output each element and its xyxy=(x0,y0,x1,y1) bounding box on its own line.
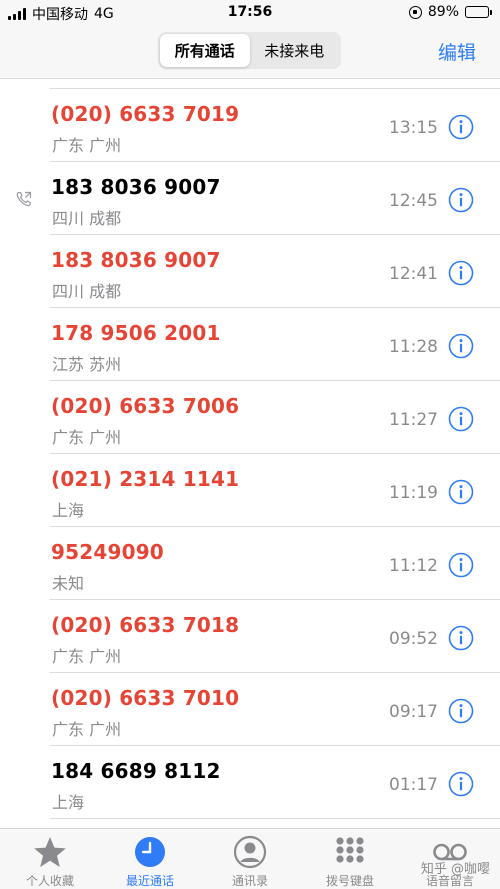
nav-bar: 所有通话 未接来电 编辑 xyxy=(0,26,500,79)
carrier-name: 中国移动 xyxy=(32,7,88,23)
info-icon[interactable] xyxy=(448,625,474,651)
tab-label: 最近通话 xyxy=(125,874,174,888)
call-time: 11:12 xyxy=(389,556,438,576)
call-location: 江苏 苏州 xyxy=(52,355,122,374)
call-row[interactable]: 95249090 未知 11:12 xyxy=(0,527,500,600)
call-location: 广东 广州 xyxy=(52,647,122,666)
info-icon[interactable] xyxy=(448,333,474,359)
tab-label: 拨号键盘 xyxy=(325,874,374,888)
segmented-control: 所有通话 未接来电 xyxy=(158,32,341,69)
call-number: 184 6689 8112 xyxy=(51,759,221,783)
info-icon[interactable] xyxy=(448,552,474,578)
call-row[interactable]: (020) 6633 7018 广东 广州 09:52 xyxy=(0,600,500,673)
call-time: 09:52 xyxy=(389,629,438,649)
tab-label: 个人收藏 xyxy=(25,874,74,888)
star-icon xyxy=(32,835,68,869)
call-row[interactable]: (021) 2314 1141 上海 11:19 xyxy=(0,454,500,527)
call-number: (020) 6633 7018 xyxy=(51,613,240,637)
call-location: 四川 成都 xyxy=(52,209,122,228)
segment-all-calls[interactable]: 所有通话 xyxy=(160,34,250,67)
call-location: 广东 广州 xyxy=(52,720,122,739)
keypad-icon xyxy=(332,835,368,869)
tab-clock[interactable]: 最近通话 xyxy=(100,829,200,889)
tab-label: 通讯录 xyxy=(231,874,268,888)
call-row[interactable]: (020) 6633 7019 广东 广州 13:15 xyxy=(0,89,500,162)
row-divider xyxy=(50,818,500,819)
call-time: 12:45 xyxy=(389,191,438,211)
clock-icon xyxy=(132,835,168,869)
call-time: 11:28 xyxy=(389,337,438,357)
info-icon[interactable] xyxy=(448,114,474,140)
signal-icon xyxy=(8,8,26,20)
call-time: 01:17 xyxy=(389,775,438,795)
call-time: 12:41 xyxy=(389,264,438,284)
recents-list: (020) 6633 7019 广东 广州 13:15 183 8036 9007 四川… xyxy=(0,79,500,827)
info-icon[interactable] xyxy=(448,771,474,797)
info-icon[interactable] xyxy=(448,479,474,505)
info-icon[interactable] xyxy=(448,698,474,724)
battery-icon xyxy=(465,6,492,18)
contacts-icon xyxy=(232,835,268,869)
call-number: (021) 2314 1141 xyxy=(51,467,240,491)
info-icon[interactable] xyxy=(448,260,474,286)
call-location: 上海 xyxy=(52,501,85,520)
rotation-lock-icon xyxy=(408,5,422,19)
call-time: 11:27 xyxy=(389,410,438,430)
tab-keypad[interactable]: 拨号键盘 xyxy=(300,829,400,889)
tab-contacts[interactable]: 通讯录 xyxy=(200,829,300,889)
call-row[interactable]: 183 8036 9007 四川 成都 12:41 xyxy=(0,235,500,308)
call-row[interactable]: 178 9506 2001 江苏 苏州 11:28 xyxy=(0,308,500,381)
battery-percent: 89% xyxy=(427,4,459,20)
call-row[interactable]: 183 8036 9007 四川 成都 12:45 xyxy=(0,162,500,235)
call-location: 未知 xyxy=(52,574,85,593)
call-number: 183 8036 9007 xyxy=(51,248,221,272)
list-divider xyxy=(50,79,500,89)
status-left: 中国移动 4G xyxy=(8,4,114,24)
call-time: 09:17 xyxy=(389,702,438,722)
call-time: 11:19 xyxy=(389,483,438,503)
call-number: (020) 6633 7010 xyxy=(51,686,240,710)
status-bar: 中国移动 4G 17:56 89% xyxy=(0,0,500,26)
call-location: 四川 成都 xyxy=(52,282,122,301)
status-right: 89% xyxy=(408,4,492,20)
call-number: 95249090 xyxy=(51,540,164,564)
info-icon[interactable] xyxy=(448,406,474,432)
call-location: 广东 广州 xyxy=(52,136,122,155)
segment-missed-calls[interactable]: 未接来电 xyxy=(250,34,340,67)
watermark: 知乎 @咖嘤 xyxy=(420,862,490,877)
call-row[interactable]: 184 6689 8112 上海 01:17 xyxy=(0,746,500,819)
call-location: 上海 xyxy=(52,793,85,812)
edit-button[interactable]: 编辑 xyxy=(438,38,476,65)
network-type: 4G xyxy=(94,6,114,22)
call-number: 178 9506 2001 xyxy=(51,321,221,345)
call-number: (020) 6633 7006 xyxy=(51,394,240,418)
info-icon[interactable] xyxy=(448,187,474,213)
call-location: 广东 广州 xyxy=(52,428,122,447)
call-number: 183 8036 9007 xyxy=(51,175,221,199)
call-row[interactable]: (020) 6633 7010 广东 广州 09:17 xyxy=(0,673,500,746)
tab-star[interactable]: 个人收藏 xyxy=(0,829,100,889)
call-number: (020) 6633 7019 xyxy=(51,102,240,126)
outgoing-call-icon xyxy=(15,190,33,208)
call-row[interactable]: (020) 6633 7006 广东 广州 11:27 xyxy=(0,381,500,454)
call-time: 13:15 xyxy=(389,118,438,138)
